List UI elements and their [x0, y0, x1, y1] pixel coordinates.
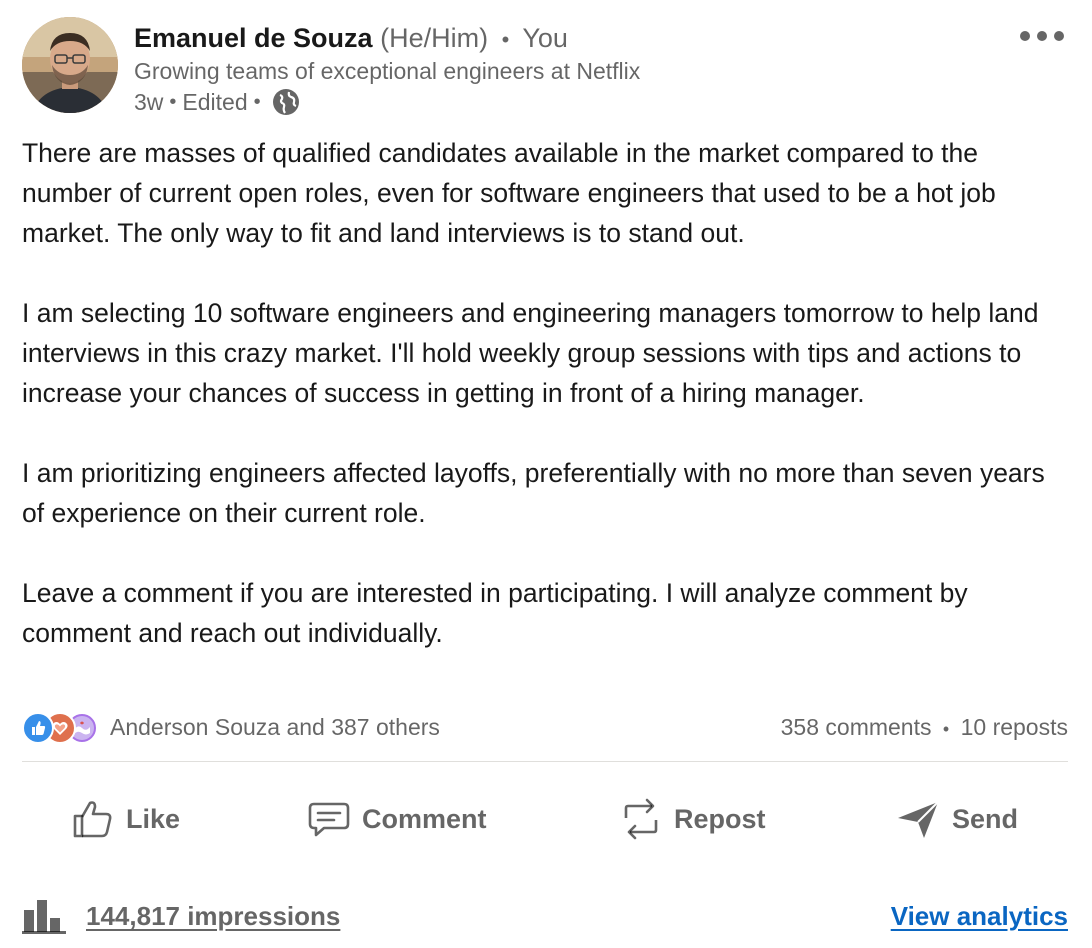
separator-dot: •	[501, 27, 510, 52]
comments-count[interactable]: 358 comments	[781, 714, 932, 740]
comment-label: Comment	[362, 803, 487, 834]
post-time[interactable]: 3w	[134, 86, 163, 118]
post-paragraph: Leave a comment if you are interested in…	[22, 578, 968, 648]
thumbs-up-icon	[73, 801, 112, 838]
divider	[22, 761, 1068, 762]
comment-icon	[308, 802, 350, 837]
impressions-link[interactable]: 144,817 impressions	[86, 892, 340, 940]
post-paragraph: I am prioritizing engineers affected lay…	[22, 458, 1045, 528]
post-paragraph: I am selecting 10 software engineers and…	[22, 298, 1039, 408]
reactions-summary[interactable]: Anderson Souza and 387 others	[110, 708, 440, 746]
like-reaction-icon	[22, 712, 54, 744]
view-analytics-link[interactable]: View analytics	[891, 892, 1068, 940]
reposts-count[interactable]: 10 reposts	[961, 714, 1068, 740]
post-paragraph: There are masses of qualified candidates…	[22, 138, 996, 248]
more-options-button[interactable]	[1016, 22, 1068, 50]
post-commentary: There are masses of qualified candidates…	[22, 133, 1072, 653]
actor-name-line: Emanuel de Souza (He/Him) • You	[134, 20, 994, 56]
send-button[interactable]: Send	[896, 786, 1018, 852]
separator-dot: •	[253, 91, 261, 113]
repost-button[interactable]: Repost	[618, 786, 766, 852]
separator-dot: •	[169, 91, 177, 113]
feed-post: Emanuel de Souza (He/Him) • You Growing …	[0, 0, 1092, 948]
more-horizontal-icon	[1054, 31, 1064, 41]
author-name[interactable]: Emanuel de Souza	[134, 23, 373, 53]
globe-icon	[271, 87, 301, 117]
post-actor: Emanuel de Souza (He/Him) • You Growing …	[134, 20, 994, 118]
comment-button[interactable]: Comment	[306, 786, 487, 852]
author-avatar[interactable]	[22, 17, 118, 113]
author-relation: You	[522, 23, 568, 53]
avatar-photo	[22, 17, 118, 113]
author-headline: Growing teams of exceptional engineers a…	[134, 58, 641, 84]
analytics-bars-icon	[22, 900, 66, 934]
repost-icon	[624, 798, 658, 840]
social-counts: Anderson Souza and 387 others 358 commen…	[22, 708, 1068, 746]
repost-label: Repost	[674, 803, 766, 834]
more-horizontal-icon	[1020, 31, 1030, 41]
send-label: Send	[952, 803, 1019, 834]
more-horizontal-icon	[1037, 31, 1047, 41]
engagement-counts: 358 comments • 10 reposts	[781, 708, 1068, 748]
like-label: Like	[126, 803, 181, 834]
separator-dot: •	[942, 719, 950, 739]
send-icon	[898, 801, 939, 838]
author-pronouns: (He/Him)	[380, 23, 489, 53]
post-analytics: 144,817 impressions View analytics	[22, 892, 1068, 940]
post-action-bar: Like Comment Repost Send	[22, 786, 1068, 852]
like-button[interactable]: Like	[70, 786, 180, 852]
post-meta: 3w • Edited •	[134, 86, 994, 118]
reaction-icons[interactable]	[22, 712, 102, 744]
edited-label: Edited	[182, 89, 248, 115]
